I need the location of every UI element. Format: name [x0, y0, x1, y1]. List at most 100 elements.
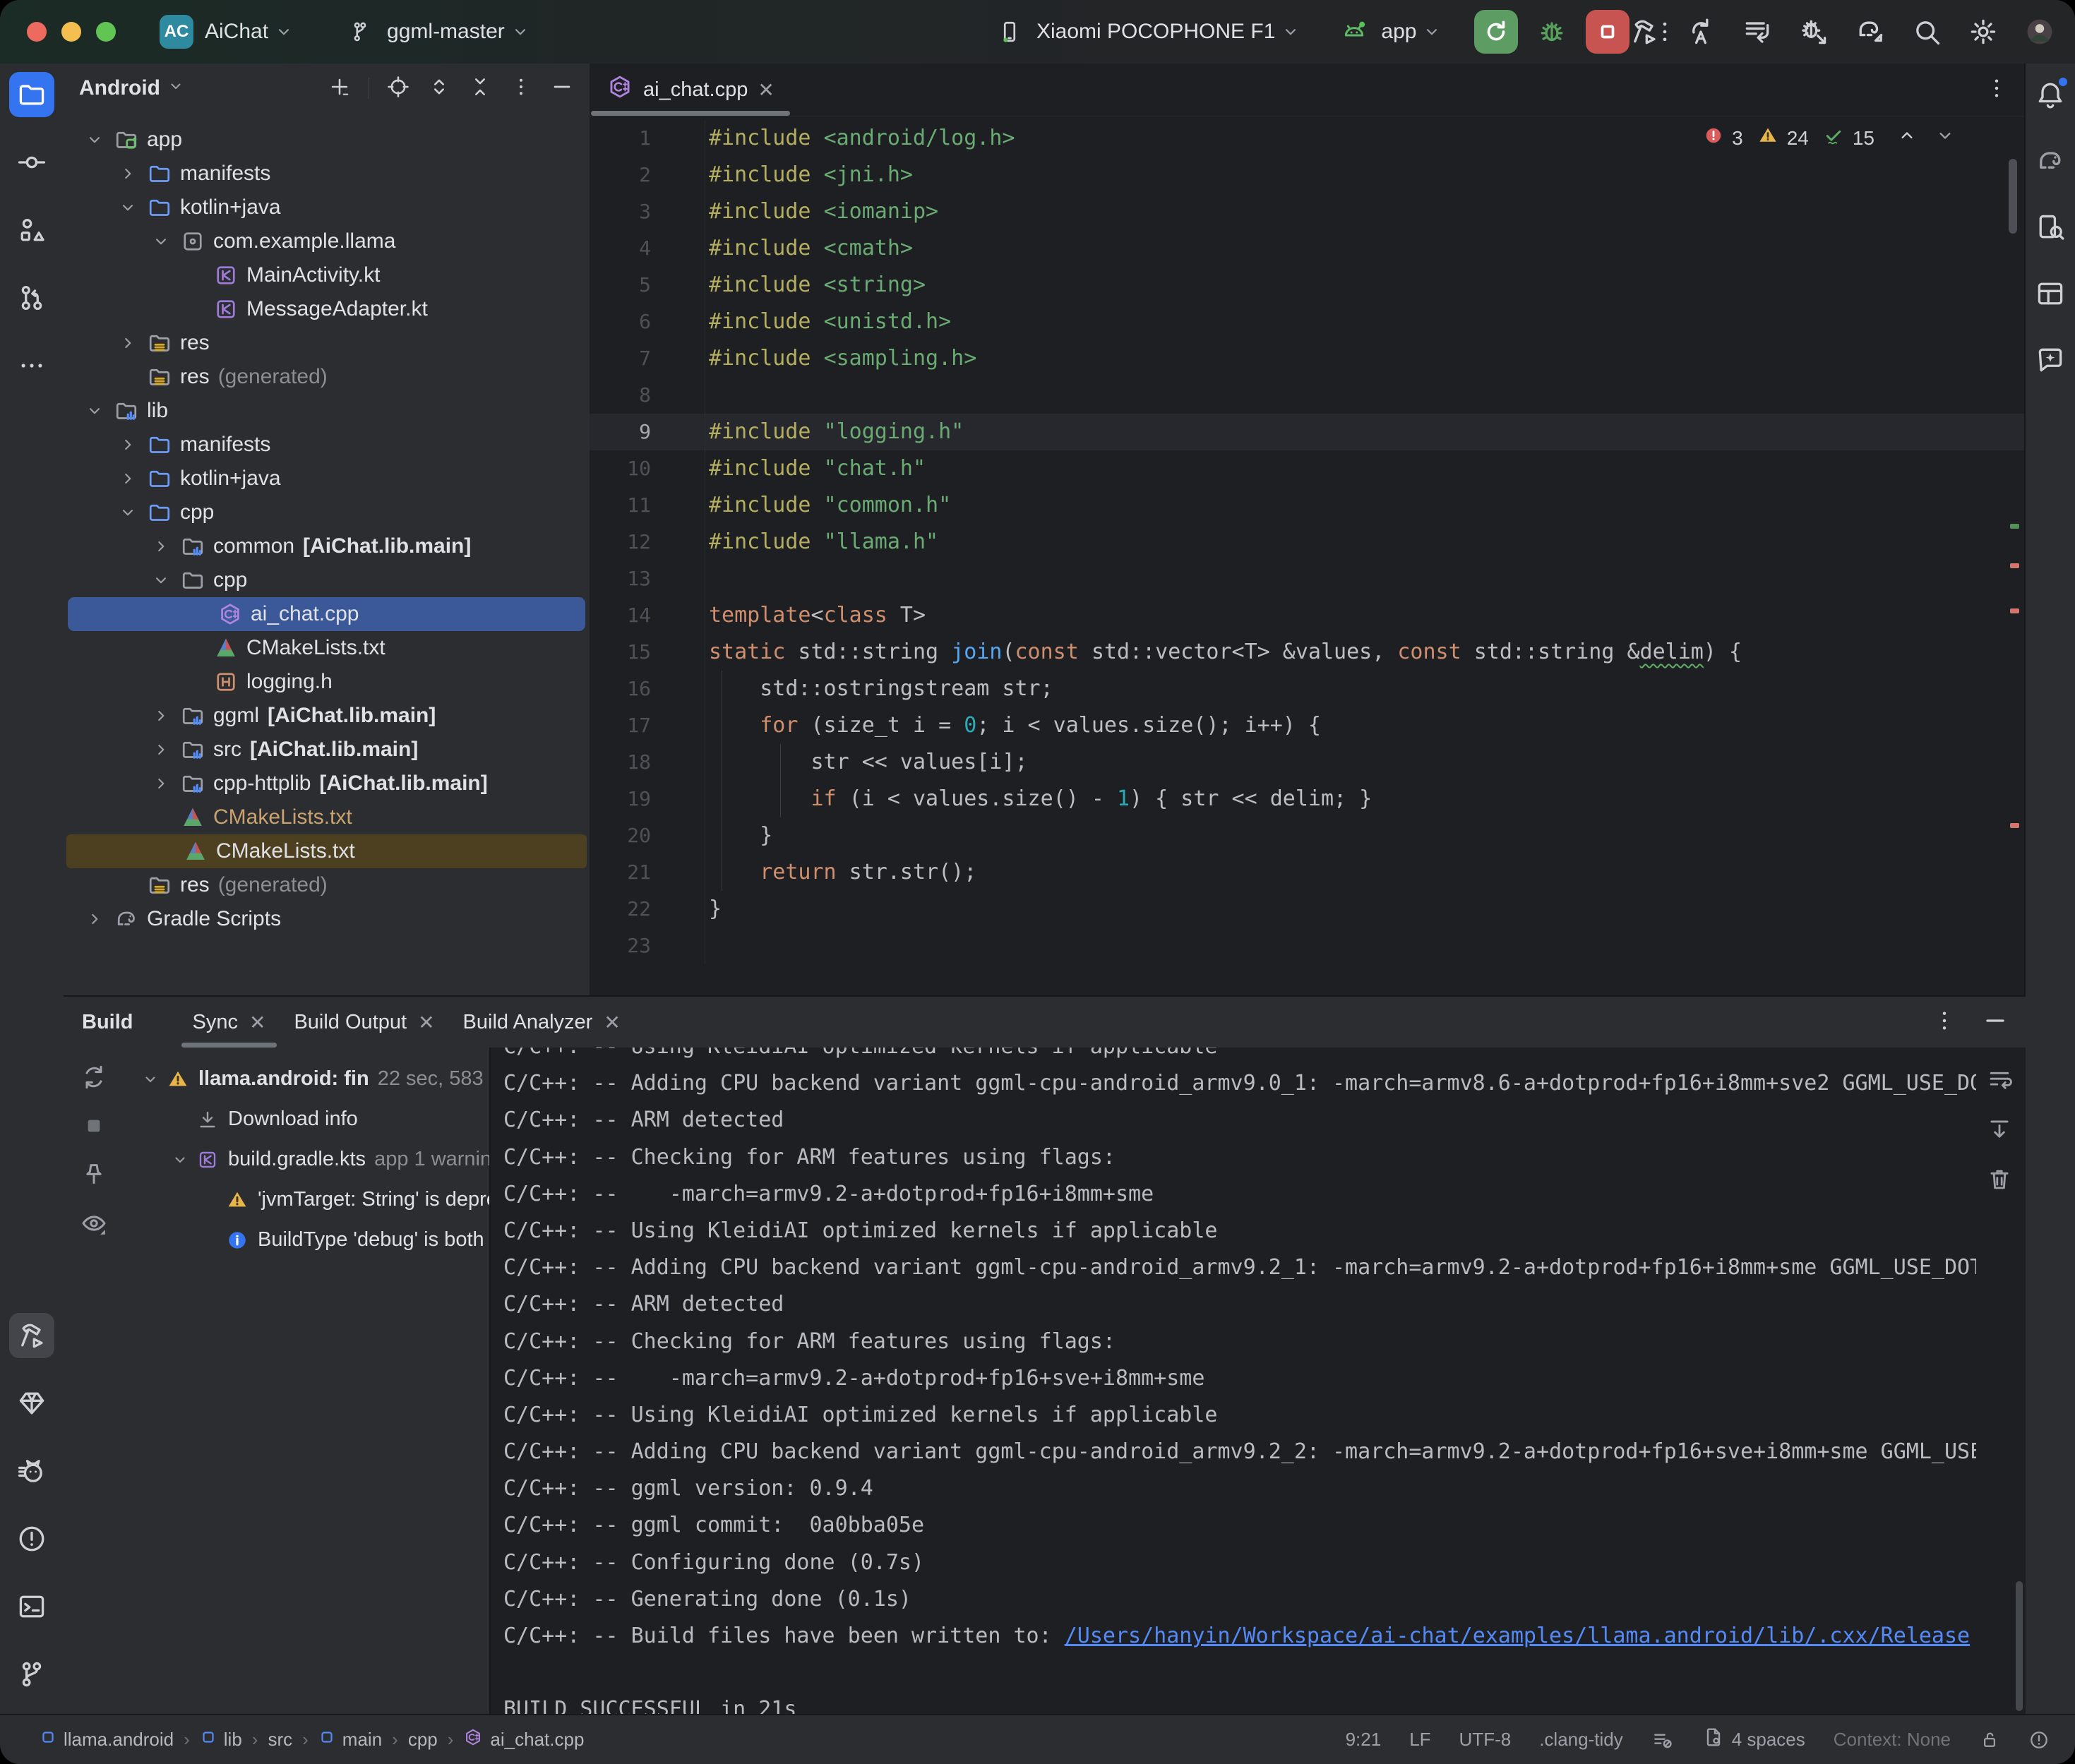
add-icon[interactable]: [328, 75, 352, 102]
code-line-18[interactable]: 18 str << values[i];: [590, 744, 2026, 781]
line-number[interactable]: 2: [590, 157, 705, 193]
tree-item-logging-h[interactable]: logging.h: [64, 665, 590, 699]
line-number[interactable]: 6: [590, 304, 705, 340]
tree-item-kotlin-java[interactable]: kotlin+java: [64, 191, 590, 224]
chevron-down-icon[interactable]: [112, 503, 143, 522]
build-tree-item[interactable]: build.gradle.ktsapp 1 warning: [124, 1139, 489, 1180]
tool-window-button-project[interactable]: [9, 72, 54, 117]
chevron-right-icon[interactable]: [145, 707, 177, 725]
build-output-link[interactable]: /Users/hanyin/Workspace/ai-chat/examples…: [1065, 1624, 1970, 1648]
close-tab-icon[interactable]: ✕: [249, 1011, 265, 1034]
code-line-21[interactable]: 21 return str.str();: [590, 854, 2026, 891]
code-line-19[interactable]: 19 if (i < values.size() - 1) { str << d…: [590, 781, 2026, 817]
line-separator[interactable]: LF: [1409, 1729, 1430, 1751]
line-number[interactable]: 20: [590, 817, 705, 854]
lock-icon[interactable]: [1979, 1729, 2000, 1751]
apply-changes-icon[interactable]: [1685, 16, 1716, 47]
line-number[interactable]: 11: [590, 487, 705, 524]
line-number[interactable]: 12: [590, 524, 705, 560]
inspections-widget[interactable]: 3 24 15: [1704, 125, 1955, 151]
code-line-20[interactable]: 20 }: [590, 817, 2026, 854]
collapse-all-icon[interactable]: [468, 75, 492, 102]
tree-item-res[interactable]: res(generated): [64, 360, 590, 394]
search-everywhere-icon[interactable]: [1911, 16, 1942, 47]
build-tab-build-output[interactable]: Build Output✕: [280, 997, 448, 1048]
tree-item-manifests[interactable]: manifests: [64, 428, 590, 462]
attach-debugger-icon[interactable]: [1798, 16, 1829, 47]
tree-item-res[interactable]: res: [64, 326, 590, 360]
tool-window-button-commit[interactable]: [9, 140, 54, 185]
code-line-8[interactable]: 8: [590, 377, 2026, 414]
tree-item-kotlin-java[interactable]: kotlin+java: [64, 462, 590, 496]
tree-item-messageadapter-kt[interactable]: MessageAdapter.kt: [64, 292, 590, 326]
build-tree-item[interactable]: llama.android: fin22 sec, 583 ms: [124, 1059, 489, 1099]
tool-window-button-ai-assistant[interactable]: [2028, 337, 2073, 383]
tree-item-cpp-httplib[interactable]: cpp-httplib[AiChat.lib.main]: [64, 767, 590, 800]
sync-icon[interactable]: [80, 1063, 108, 1095]
line-number[interactable]: 16: [590, 671, 705, 707]
tool-window-button-terminal[interactable]: [9, 1584, 54, 1629]
chevron-down-icon[interactable]: [112, 198, 143, 217]
chevron-right-icon[interactable]: [145, 774, 177, 793]
tool-window-button-notifications[interactable]: [2028, 72, 2073, 117]
file-encoding[interactable]: UTF-8: [1459, 1729, 1512, 1751]
clang-tidy-status[interactable]: .clang-tidy: [1539, 1729, 1623, 1751]
branch-selector[interactable]: ggml-master: [345, 16, 536, 47]
chevron-right-icon[interactable]: [112, 334, 143, 352]
project-selector[interactable]: AiChat: [193, 16, 299, 47]
chevron-right-icon[interactable]: [145, 740, 177, 759]
code-line-6[interactable]: 6#include <unistd.h>: [590, 304, 2026, 340]
line-number[interactable]: 4: [590, 230, 705, 267]
previous-problem-icon[interactable]: [1897, 126, 1917, 150]
tree-item-res[interactable]: res(generated): [64, 868, 590, 902]
stripe-mark-error[interactable]: [2010, 608, 2019, 613]
user-avatar-icon[interactable]: [2024, 16, 2055, 47]
tool-window-button-device-explorer[interactable]: [2028, 205, 2073, 250]
tool-window-button-logcat[interactable]: [9, 1448, 54, 1494]
debug-button[interactable]: [1536, 16, 1567, 47]
chevron-right-icon[interactable]: [112, 164, 143, 183]
code-line-5[interactable]: 5#include <string>: [590, 267, 2026, 304]
indent-config[interactable]: 4 spaces: [1702, 1726, 1805, 1753]
tree-item-lib[interactable]: lib: [64, 394, 590, 428]
tool-window-button-resource-manager[interactable]: [2028, 271, 2073, 316]
zoom-window-button[interactable]: [96, 22, 116, 42]
tool-window-button-structure[interactable]: [9, 208, 54, 253]
tab-options-icon[interactable]: [1983, 75, 2010, 105]
line-number[interactable]: 17: [590, 707, 705, 744]
tree-item-gradle-scripts[interactable]: Gradle Scripts: [64, 902, 590, 936]
inspections-status-icon[interactable]: [2028, 1729, 2050, 1751]
line-number[interactable]: 23: [590, 928, 705, 964]
chevron-right-icon[interactable]: [112, 436, 143, 454]
line-number[interactable]: 21: [590, 854, 705, 891]
locate-icon[interactable]: [386, 75, 410, 102]
soft-wrap-icon[interactable]: [1986, 1066, 2013, 1096]
tool-window-button-build[interactable]: [9, 1313, 54, 1358]
build-hammer-icon[interactable]: [1629, 16, 1660, 47]
chevron-down-icon[interactable]: [138, 1071, 163, 1088]
code-line-13[interactable]: 13: [590, 560, 2026, 597]
close-tab-icon[interactable]: ✕: [418, 1011, 434, 1034]
code-line-15[interactable]: 15static std::string join(const std::vec…: [590, 634, 2026, 671]
breadcrumb-item-llama-android[interactable]: llama.android: [40, 1729, 174, 1751]
tree-item-src[interactable]: src[AiChat.lib.main]: [64, 733, 590, 767]
tree-item-manifests[interactable]: manifests: [64, 157, 590, 191]
code-line-22[interactable]: 22}: [590, 891, 2026, 928]
build-tree-item[interactable]: 'jvmTarget: String' is deprec: [124, 1180, 489, 1220]
editor-tab[interactable]: ai_chat.cpp ✕: [590, 64, 791, 116]
gradle-sync-icon[interactable]: [1855, 16, 1886, 47]
chevron-down-icon[interactable]: [79, 402, 110, 420]
chevron-right-icon[interactable]: [112, 469, 143, 488]
code-line-17[interactable]: 17 for (size_t i = 0; i < values.size();…: [590, 707, 2026, 744]
expand-all-icon[interactable]: [427, 75, 451, 102]
caret-position[interactable]: 9:21: [1346, 1729, 1382, 1751]
line-number[interactable]: 13: [590, 560, 705, 597]
code-editor[interactable]: 1#include <android/log.h>2#include <jni.…: [590, 116, 2026, 995]
build-tab-build-analyzer[interactable]: Build Analyzer✕: [449, 997, 635, 1048]
stripe-mark-ok[interactable]: [2010, 524, 2019, 529]
close-window-button[interactable]: [27, 22, 47, 42]
tree-item-ggml[interactable]: ggml[AiChat.lib.main]: [64, 699, 590, 733]
chevron-down-icon[interactable]: [79, 131, 110, 149]
breadcrumb-item-main[interactable]: main: [318, 1729, 382, 1751]
build-tab-sync[interactable]: Sync✕: [179, 997, 280, 1048]
